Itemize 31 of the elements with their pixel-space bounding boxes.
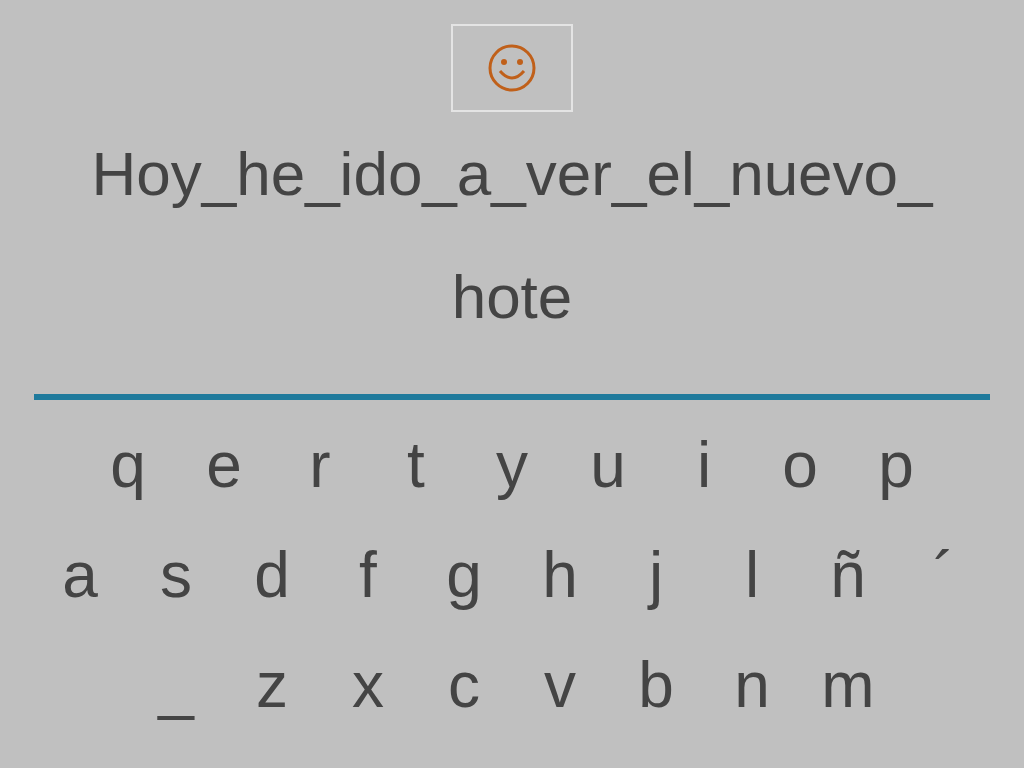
letter-key[interactable]: _ (128, 645, 224, 725)
letter-key[interactable]: l (704, 535, 800, 615)
letter-key[interactable]: b (608, 645, 704, 725)
letter-key[interactable]: e (176, 425, 272, 505)
letter-key[interactable]: u (560, 425, 656, 505)
sentence-line: Hoy_he_ido_a_ver_el_nuevo_ (91, 138, 933, 210)
letter-key[interactable]: f (320, 535, 416, 615)
letter-key[interactable]: q (80, 425, 176, 505)
letter-key[interactable]: o (752, 425, 848, 505)
letter-key[interactable]: v (512, 645, 608, 725)
letter-key[interactable]: x (320, 645, 416, 725)
letter-key[interactable]: g (416, 535, 512, 615)
letter-key[interactable]: y (464, 425, 560, 505)
smiley-button[interactable] (451, 24, 573, 112)
letter-key[interactable]: s (128, 535, 224, 615)
letter-key[interactable]: i (656, 425, 752, 505)
letter-key[interactable]: ´ (896, 535, 992, 615)
letter-key[interactable]: j (608, 535, 704, 615)
letter-key[interactable]: d (224, 535, 320, 615)
letter-key[interactable]: t (368, 425, 464, 505)
smiley-icon (487, 43, 537, 93)
letter-key[interactable]: n (704, 645, 800, 725)
letter-key[interactable]: z (224, 645, 320, 725)
letter-key[interactable]: p (848, 425, 944, 505)
letter-key[interactable]: m (800, 645, 896, 725)
letter-key[interactable]: h (512, 535, 608, 615)
letter-key[interactable]: ñ (800, 535, 896, 615)
sentence-line: hote (451, 261, 573, 333)
letter-key[interactable]: a (32, 535, 128, 615)
letter-key[interactable]: c (416, 645, 512, 725)
letter-key[interactable]: r (272, 425, 368, 505)
